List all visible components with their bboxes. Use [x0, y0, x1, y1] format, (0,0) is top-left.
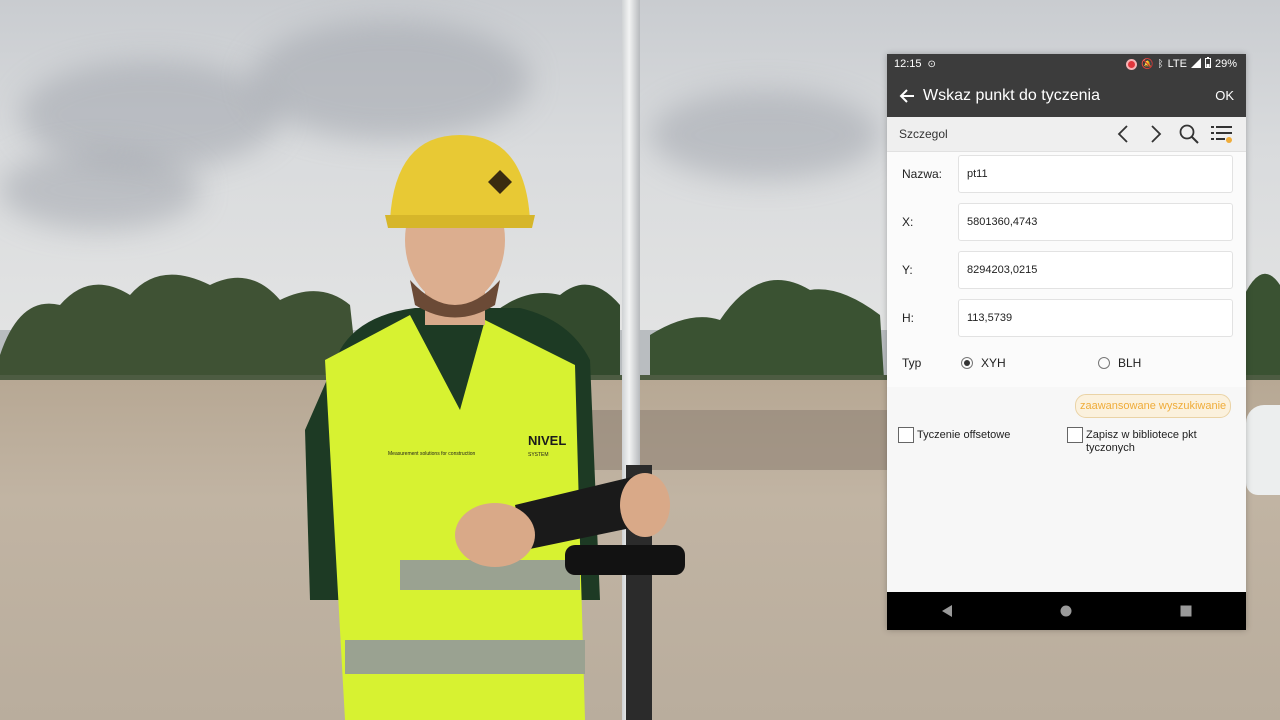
nav-back-icon[interactable] — [927, 596, 967, 626]
search-icon[interactable] — [1172, 119, 1205, 149]
offset-stakeout-option[interactable]: Tyczenie offsetowe — [898, 427, 1010, 443]
surveyor-person: NIVEL SYSTEM Measurement solutions for c… — [305, 135, 685, 720]
save-library-checkbox[interactable] — [1067, 427, 1083, 443]
back-arrow-icon[interactable] — [893, 81, 921, 111]
cloud — [0, 150, 200, 230]
location-icon: ⊙ — [927, 58, 936, 70]
offset-stakeout-checkbox[interactable] — [898, 427, 914, 443]
type-option-blh[interactable]: BLH — [1098, 356, 1141, 370]
tab-szczegol[interactable]: Szczegol — [899, 127, 948, 141]
type-row: Typ XYH BLH — [887, 350, 1246, 376]
nav-recents-icon[interactable] — [1166, 596, 1206, 626]
ok-button[interactable]: OK — [1215, 88, 1234, 103]
battery-level: 29% — [1214, 58, 1237, 70]
status-right: 🔕 ᛒ LTE 29% — [1126, 57, 1237, 71]
battery-icon — [1204, 57, 1211, 71]
x-coordinate-field[interactable]: 5801360,4743 — [958, 203, 1233, 241]
x-label: X: — [902, 215, 914, 229]
options-panel: zaawansowane wyszukiwanie Tyczenie offse… — [887, 387, 1246, 592]
chevron-left-icon[interactable] — [1106, 119, 1139, 149]
chevron-right-icon[interactable] — [1139, 119, 1172, 149]
status-time: 12:15 — [894, 58, 922, 70]
android-nav-bar — [887, 592, 1246, 630]
parked-car — [1246, 405, 1280, 495]
y-label: Y: — [902, 263, 913, 277]
type-label: Typ — [902, 356, 922, 370]
name-row: Nazwa: pt11 — [887, 154, 1246, 194]
app-bar: Wskaz punkt do tyczenia OK — [887, 74, 1246, 117]
nav-home-icon[interactable] — [1046, 596, 1086, 626]
vest-slogan-text: Measurement solutions for construction — [388, 451, 475, 457]
name-field[interactable]: pt11 — [958, 155, 1233, 193]
record-icon — [1126, 58, 1138, 70]
advanced-search-button[interactable]: zaawansowane wyszukiwanie — [1075, 394, 1232, 418]
save-library-option[interactable]: Zapisz w bibliotece pkt tyczonych — [1067, 427, 1227, 455]
bluetooth-icon: ᛒ — [1157, 58, 1164, 70]
toolbar-tools — [1106, 119, 1238, 149]
y-row: Y: 8294203,0215 — [887, 250, 1246, 290]
h-row: H: 113,5739 — [887, 298, 1246, 338]
radio-blh[interactable] — [1098, 357, 1110, 369]
save-library-label: Zapisz w bibliotece pkt tyczonych — [1086, 429, 1197, 454]
network-label: LTE — [1167, 58, 1187, 70]
vest-brand-text: NIVEL — [528, 433, 566, 448]
toolbar: Szczegol — [887, 117, 1246, 152]
y-coordinate-field[interactable]: 8294203,0215 — [958, 251, 1233, 289]
signal-icon — [1190, 57, 1201, 71]
type-option-blh-label: BLH — [1118, 356, 1142, 370]
radio-xyh[interactable] — [961, 357, 973, 369]
phone-screen: 12:15 ⊙ 🔕 ᛒ LTE 29% Wskaz punkt do tycze… — [887, 54, 1246, 630]
h-label: H: — [902, 311, 914, 325]
list-settings-icon[interactable] — [1205, 119, 1238, 149]
offset-stakeout-label: Tyczenie offsetowe — [917, 429, 1011, 441]
x-row: X: 5801360,4743 — [887, 202, 1246, 242]
type-option-xyh[interactable]: XYH — [961, 356, 1098, 370]
cloud — [250, 20, 530, 140]
status-bar: 12:15 ⊙ 🔕 ᛒ LTE 29% — [887, 54, 1246, 74]
page-title: Wskaz punkt do tyczenia — [923, 86, 1100, 104]
type-option-xyh-label: XYH — [981, 356, 1006, 370]
vest-sub-text: SYSTEM — [528, 452, 549, 458]
h-height-field[interactable]: 113,5739 — [958, 299, 1233, 337]
name-label: Nazwa: — [902, 167, 943, 181]
mute-icon: 🔕 — [1141, 58, 1154, 70]
